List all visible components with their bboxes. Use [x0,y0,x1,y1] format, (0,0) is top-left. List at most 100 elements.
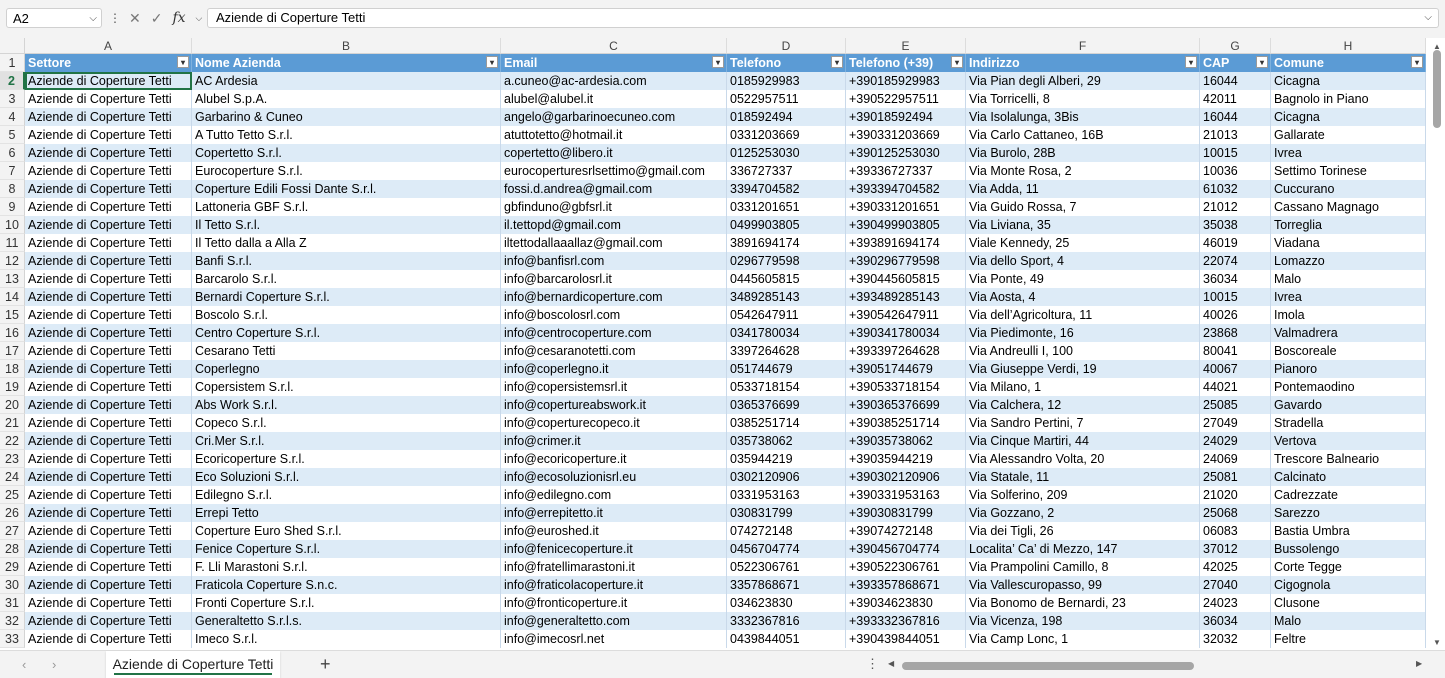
table-cell[interactable]: eurocoperturesrlsettimo@gmail.com [501,162,727,180]
table-cell[interactable]: 336727337 [727,162,846,180]
table-cell[interactable]: info@fratellimarastoni.it [501,558,727,576]
table-cell[interactable]: Via Calchera, 12 [966,396,1200,414]
column-header-c[interactable]: C [501,38,727,54]
table-cell[interactable]: Centro Coperture S.r.l. [192,324,501,342]
table-cell[interactable]: Aziende di Coperture Tetti [25,72,192,90]
row-header[interactable]: 20 [0,396,25,414]
table-cell[interactable]: 3332367816 [727,612,846,630]
vertical-scrollbar[interactable]: ▲ ▼ [1430,38,1445,650]
table-cell[interactable]: Fenice Coperture S.r.l. [192,540,501,558]
table-cell[interactable]: Eurocoperture S.r.l. [192,162,501,180]
select-all-corner[interactable] [0,38,25,54]
table-cell[interactable]: Via Aosta, 4 [966,288,1200,306]
table-cell[interactable]: Ecoricoperture S.r.l. [192,450,501,468]
table-cell[interactable]: 3394704582 [727,180,846,198]
table-cell[interactable]: Lattoneria GBF S.r.l. [192,198,501,216]
table-cell[interactable]: Copertetto S.r.l. [192,144,501,162]
table-cell[interactable]: Aziende di Coperture Tetti [25,144,192,162]
table-cell[interactable]: Cicagna [1271,72,1426,90]
table-cell[interactable]: copertetto@libero.it [501,144,727,162]
table-cell[interactable]: Via Guido Rossa, 7 [966,198,1200,216]
table-cell[interactable]: Via Isolalunga, 3Bis [966,108,1200,126]
table-cell[interactable]: info@imecosrl.net [501,630,727,648]
table-cell[interactable]: +393394704582 [846,180,966,198]
table-cell[interactable]: Via Pian degli Alberi, 29 [966,72,1200,90]
row-header[interactable]: 17 [0,342,25,360]
row-header[interactable]: 22 [0,432,25,450]
table-cell[interactable]: info@errepitetto.it [501,504,727,522]
table-cell[interactable]: il.tettopd@gmail.com [501,216,727,234]
table-cell[interactable]: Via Alessandro Volta, 20 [966,450,1200,468]
table-cell[interactable]: 0341780034 [727,324,846,342]
table-cell[interactable]: Sarezzo [1271,504,1426,522]
table-cell[interactable]: Edilegno S.r.l. [192,486,501,504]
table-cell[interactable]: Aziende di Coperture Tetti [25,90,192,108]
header-cell[interactable]: Telefono (+39) ▾ [846,54,966,72]
table-cell[interactable]: info@barcarolosrl.it [501,270,727,288]
table-cell[interactable]: +39030831799 [846,504,966,522]
table-cell[interactable]: Imola [1271,306,1426,324]
table-cell[interactable]: Aziende di Coperture Tetti [25,306,192,324]
table-cell[interactable]: Ivrea [1271,144,1426,162]
table-cell[interactable]: 0185929983 [727,72,846,90]
table-cell[interactable]: Calcinato [1271,468,1426,486]
table-cell[interactable]: 27049 [1200,414,1271,432]
table-cell[interactable]: Via dell’Agricoltura, 11 [966,306,1200,324]
table-cell[interactable]: Aziende di Coperture Tetti [25,342,192,360]
table-cell[interactable]: 3891694174 [727,234,846,252]
table-cell[interactable]: info@cesaranotetti.com [501,342,727,360]
table-cell[interactable]: Via Monte Rosa, 2 [966,162,1200,180]
table-cell[interactable]: Via Vicenza, 198 [966,612,1200,630]
table-cell[interactable]: +390445605815 [846,270,966,288]
table-cell[interactable]: Aziende di Coperture Tetti [25,468,192,486]
more-options-icon[interactable]: ⋮ [109,11,121,25]
table-cell[interactable]: Il Tetto S.r.l. [192,216,501,234]
table-cell[interactable]: +390533718154 [846,378,966,396]
table-cell[interactable]: 035738062 [727,432,846,450]
table-cell[interactable]: Pontemaodino [1271,378,1426,396]
table-cell[interactable]: +390542647911 [846,306,966,324]
table-cell[interactable]: info@centrocoperture.com [501,324,727,342]
table-cell[interactable]: +39035738062 [846,432,966,450]
table-cell[interactable]: 36034 [1200,612,1271,630]
table-cell[interactable]: A Tutto Tetto S.r.l. [192,126,501,144]
header-cell[interactable]: Comune ▾ [1271,54,1426,72]
table-cell[interactable]: 46019 [1200,234,1271,252]
table-cell[interactable]: Cuccurano [1271,180,1426,198]
table-cell[interactable]: Alubel S.p.A. [192,90,501,108]
table-cell[interactable]: info@ecoricoperture.it [501,450,727,468]
next-sheet-icon[interactable]: › [52,657,56,672]
table-cell[interactable]: Trescore Balneario [1271,450,1426,468]
table-cell[interactable]: Eco Soluzioni S.r.l. [192,468,501,486]
table-cell[interactable]: 42011 [1200,90,1271,108]
table-cell[interactable]: 034623830 [727,594,846,612]
table-cell[interactable]: 21012 [1200,198,1271,216]
header-cell[interactable]: Telefono ▾ [727,54,846,72]
table-cell[interactable]: Aziende di Coperture Tetti [25,108,192,126]
row-header[interactable]: 29 [0,558,25,576]
table-cell[interactable]: info@fraticolacoperture.it [501,576,727,594]
column-header-a[interactable]: A [25,38,192,54]
row-header[interactable]: 32 [0,612,25,630]
table-cell[interactable]: +390341780034 [846,324,966,342]
table-cell[interactable]: +390499903805 [846,216,966,234]
table-cell[interactable]: Fronti Coperture S.r.l. [192,594,501,612]
table-cell[interactable]: 24029 [1200,432,1271,450]
table-cell[interactable]: 051744679 [727,360,846,378]
table-cell[interactable]: Copersistem S.r.l. [192,378,501,396]
table-cell[interactable]: Via dello Sport, 4 [966,252,1200,270]
row-header[interactable]: 9 [0,198,25,216]
table-cell[interactable]: +393891694174 [846,234,966,252]
table-cell[interactable]: Aziende di Coperture Tetti [25,540,192,558]
table-cell[interactable]: 06083 [1200,522,1271,540]
table-cell[interactable]: Vertova [1271,432,1426,450]
row-header[interactable]: 21 [0,414,25,432]
table-cell[interactable]: alubel@alubel.it [501,90,727,108]
table-cell[interactable]: Cri.Mer S.r.l. [192,432,501,450]
table-cell[interactable]: Valmadrera [1271,324,1426,342]
row-header[interactable]: 11 [0,234,25,252]
table-cell[interactable]: 25068 [1200,504,1271,522]
row-header[interactable]: 3 [0,90,25,108]
table-cell[interactable]: Garbarino & Cuneo [192,108,501,126]
table-cell[interactable]: 030831799 [727,504,846,522]
